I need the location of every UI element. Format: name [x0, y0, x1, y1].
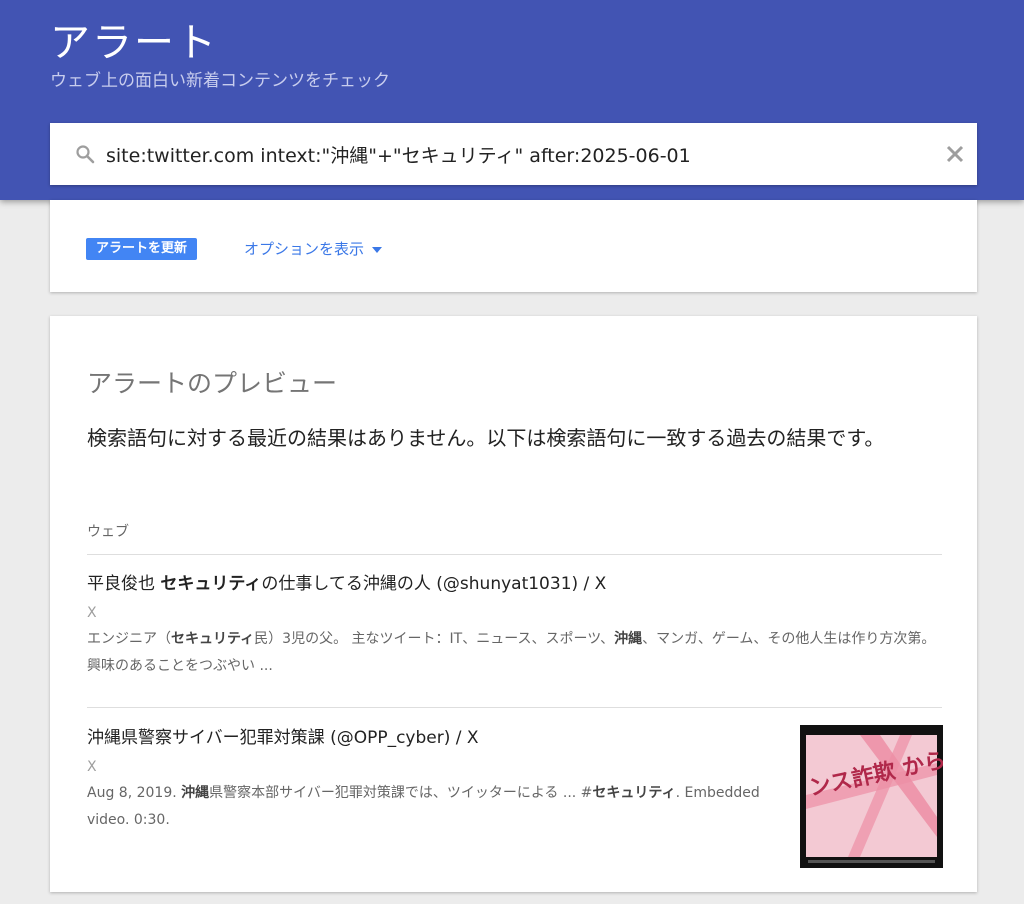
- result-item: 沖縄県警察サイバー犯罪対策課 (@OPP_cyber) / X X Aug 8,…: [87, 726, 767, 834]
- result-title-text: の仕事してる沖縄の人 (@shunyat1031) / X: [261, 574, 607, 594]
- search-box[interactable]: [50, 123, 977, 185]
- chevron-down-icon: [372, 246, 383, 253]
- snippet-highlight: 沖縄: [614, 631, 643, 647]
- snippet-highlight: セキュリティ: [171, 631, 255, 647]
- divider: [87, 554, 942, 555]
- result-source: X: [87, 605, 97, 621]
- preview-card: アラートのプレビュー 検索語句に対する最近の結果はありません。以下は検索語句に一…: [50, 316, 991, 892]
- result-snippet: エンジニア（セキュリティ民）3児の父。 主なツイート：IT、ニュース、スポーツ、…: [87, 626, 942, 680]
- snippet-highlight: 沖縄: [181, 785, 210, 801]
- search-input[interactable]: [106, 138, 926, 170]
- snippet-text: 県警察本部サイバー犯罪対策課では、ツイッターによる ... #: [209, 785, 593, 801]
- snippet-text: エンジニア（: [87, 631, 171, 647]
- app-title: アラート: [50, 20, 218, 66]
- options-card: アラートを更新 オプションを表示: [50, 200, 977, 292]
- show-options-link[interactable]: オプションを表示: [244, 238, 383, 260]
- close-icon[interactable]: [946, 145, 964, 163]
- result-source: X: [87, 759, 97, 775]
- snippet-highlight: セキュリティ: [592, 785, 676, 801]
- result-title-link[interactable]: 沖縄県警察サイバー犯罪対策課 (@OPP_cyber) / X: [87, 726, 767, 750]
- show-options-label: オプションを表示: [244, 240, 365, 258]
- result-title-text: 平良俊也: [87, 574, 161, 594]
- video-thumbnail-image: ンス詐欺 から守る: [800, 725, 991, 868]
- divider: [87, 707, 942, 708]
- result-title-link[interactable]: 平良俊也 セキュリティの仕事してる沖縄の人 (@shunyat1031) / X: [87, 572, 942, 596]
- snippet-text: Aug 8, 2019.: [87, 785, 182, 801]
- snippet-text: 民）3児の父。 主なツイート：IT、ニュース、スポーツ、: [254, 631, 615, 647]
- result-item: 平良俊也 セキュリティの仕事してる沖縄の人 (@shunyat1031) / X…: [87, 572, 942, 680]
- preview-message: 検索語句に対する最近の結果はありません。以下は検索語句に一致する過去の結果です。: [87, 426, 885, 450]
- preview-title: アラートのプレビュー: [87, 369, 338, 398]
- video-thumbnail[interactable]: ンス詐欺 から守る: [800, 725, 991, 868]
- result-snippet: Aug 8, 2019. 沖縄県警察本部サイバー犯罪対策課では、ツイッターによる…: [87, 780, 767, 834]
- search-icon: [76, 145, 95, 164]
- app-header: アラート ウェブ上の面白い新着コンテンツをチェック: [0, 0, 1024, 200]
- update-alert-button[interactable]: アラートを更新: [86, 238, 198, 260]
- result-title-highlight: セキュリティ: [160, 574, 262, 594]
- section-label-web: ウェブ: [87, 524, 129, 540]
- app-subtitle: ウェブ上の面白い新着コンテンツをチェック: [50, 71, 390, 91]
